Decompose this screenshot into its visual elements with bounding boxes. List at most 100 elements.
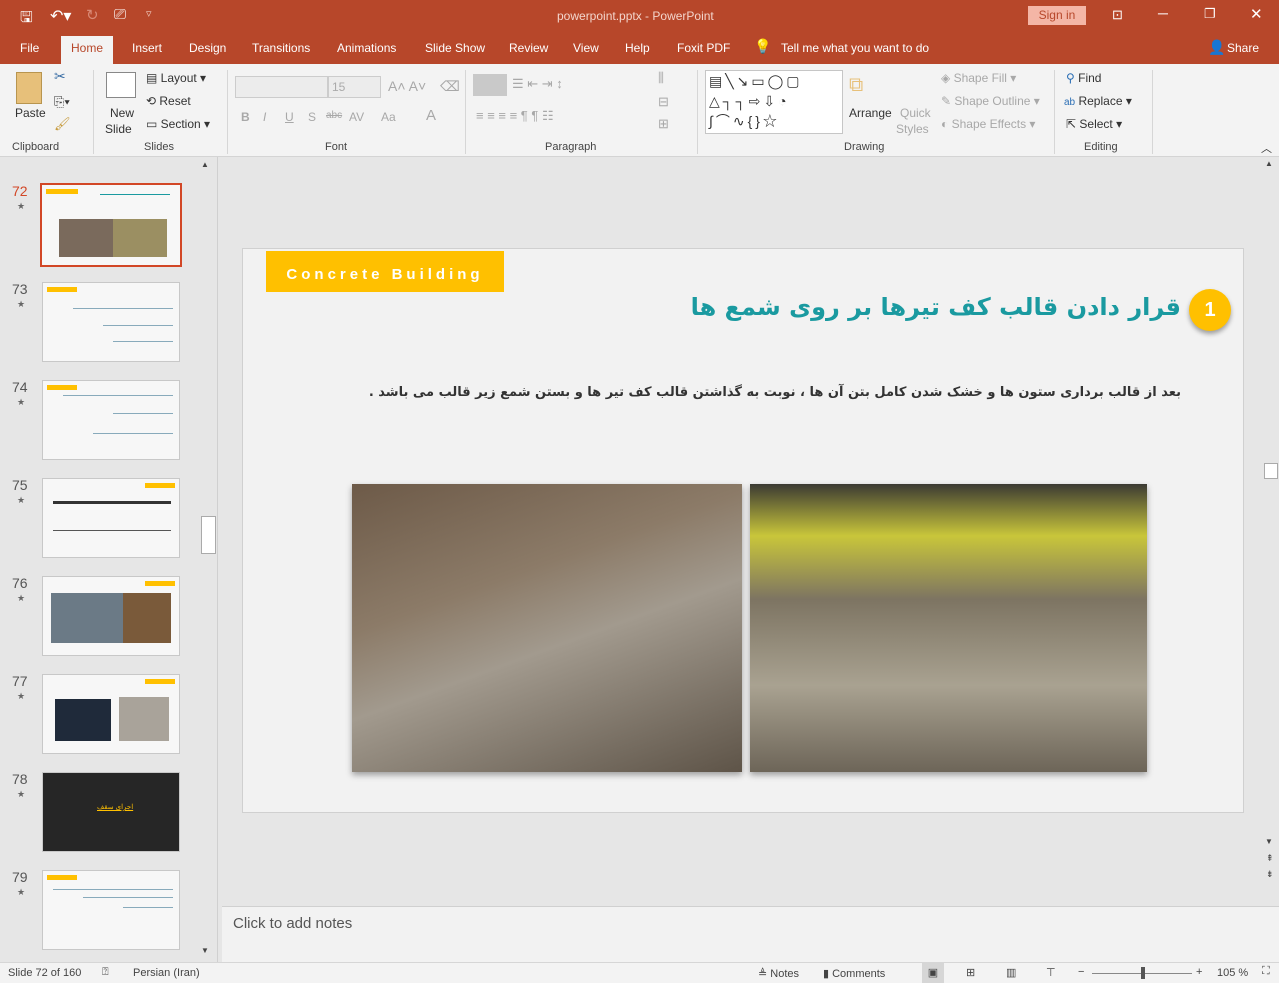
tab-file[interactable]: File — [20, 41, 39, 55]
cut-icon[interactable]: ✂ — [54, 68, 66, 85]
slide-canvas[interactable]: Concrete Building 1 قرار دادن قالب کف تی… — [242, 248, 1244, 813]
underline-button[interactable]: U — [285, 110, 294, 124]
paragraph-tools-row1[interactable]: ☰ ⇤ ⇥ ↕ — [512, 76, 563, 92]
tab-animations[interactable]: Animations — [337, 41, 396, 55]
new-slide-button[interactable]: New — [110, 106, 134, 120]
smartart-icon[interactable]: ⊞ — [658, 116, 669, 132]
shadow-button[interactable]: S — [308, 110, 316, 124]
undo-icon[interactable]: ↶▾ — [50, 6, 71, 26]
shape-outline-button[interactable]: ✎ Shape Outline ▾ — [941, 94, 1040, 108]
slide-thumbnail-72[interactable] — [40, 183, 182, 267]
scroll-down-icon[interactable]: ▼ — [1265, 837, 1273, 846]
grow-font-icon[interactable]: A˄ A˅ — [388, 78, 426, 94]
customize-qat-icon[interactable]: ▿ — [146, 7, 152, 20]
notes-placeholder[interactable]: Click to add notes — [233, 915, 352, 932]
zoom-in-button[interactable]: + — [1196, 966, 1202, 978]
paste-button[interactable]: Paste — [15, 106, 46, 120]
tab-insert[interactable]: Insert — [132, 41, 162, 55]
zoom-slider-thumb[interactable] — [1141, 967, 1145, 979]
thumbnails-scrollbar[interactable]: ▲ ▼ — [201, 160, 216, 960]
shape-fill-button[interactable]: ◈ Shape Fill ▾ — [941, 71, 1016, 85]
tab-design[interactable]: Design — [189, 41, 226, 55]
share-button[interactable]: Share — [1227, 41, 1259, 55]
previous-slide-icon[interactable]: ⇞ — [1266, 853, 1274, 864]
tab-slide-show[interactable]: Slide Show — [425, 41, 485, 55]
paste-icon[interactable] — [16, 72, 42, 104]
bold-button[interactable]: B — [241, 110, 250, 124]
zoom-out-button[interactable]: − — [1078, 966, 1084, 978]
new-slide-icon[interactable] — [106, 72, 136, 98]
reset-button[interactable]: ⟲ Reset — [146, 94, 191, 108]
scroll-up-icon[interactable]: ▲ — [1265, 159, 1273, 168]
slide-thumbnail-77[interactable] — [42, 674, 180, 754]
reading-view-button[interactable]: ▥ — [1006, 966, 1016, 979]
zoom-level[interactable]: 105 % — [1217, 967, 1248, 979]
format-painter-icon[interactable]: 🖌 — [54, 116, 71, 132]
slide-scrollbar[interactable]: ▲ ▼ ⇞ ⇟ — [1263, 157, 1279, 905]
restore-button[interactable]: ❐ — [1204, 6, 1216, 22]
slide-counter: Slide 72 of 160 — [8, 967, 82, 979]
ribbon-display-icon[interactable]: ⊡ — [1112, 7, 1123, 23]
slide-thumbnail-73[interactable] — [42, 282, 180, 362]
tab-home[interactable]: Home — [61, 36, 114, 64]
fit-to-window-icon[interactable]: ⛶ — [1262, 965, 1270, 978]
scroll-up-icon[interactable]: ▲ — [201, 160, 209, 169]
comments-toggle[interactable]: ▮ Comments — [823, 967, 885, 980]
next-slide-icon[interactable]: ⇟ — [1266, 869, 1274, 880]
spell-check-icon[interactable]: ⍰ — [102, 966, 109, 979]
collapse-ribbon-icon[interactable]: ︿ — [1261, 140, 1272, 156]
arrange-icon[interactable]: ⧉ — [849, 74, 863, 97]
strikethrough-button[interactable]: abc — [326, 110, 342, 121]
slide-sorter-button[interactable]: ⊞ — [966, 966, 975, 979]
tab-foxit-pdf[interactable]: Foxit PDF — [677, 41, 730, 55]
replace-button[interactable]: ab Replace ▾ — [1064, 94, 1132, 108]
arrange-button[interactable]: Arrange — [849, 106, 892, 120]
section-button[interactable]: ▭ Section ▾ — [146, 117, 210, 131]
italic-button[interactable]: I — [263, 110, 266, 124]
minimize-button[interactable]: ─ — [1158, 5, 1168, 21]
align-text-icon[interactable]: ⊟ — [658, 94, 669, 110]
text-direction-icon[interactable]: ⫼ — [658, 70, 664, 86]
redo-icon[interactable]: ↻ — [86, 6, 99, 24]
font-color-icon[interactable]: A — [426, 107, 436, 124]
tab-review[interactable]: Review — [509, 41, 548, 55]
quick-styles-button[interactable]: Quick — [900, 106, 931, 120]
new-slide-label[interactable]: Slide — [105, 122, 132, 136]
tell-me-search[interactable]: Tell me what you want to do — [781, 41, 929, 55]
find-button[interactable]: ⚲ Find — [1066, 71, 1101, 85]
present-icon[interactable]: ⎚ — [114, 6, 126, 23]
font-size-dropdown[interactable]: 15 — [328, 76, 381, 98]
tab-transitions[interactable]: Transitions — [252, 41, 310, 55]
notes-pane[interactable]: Click to add notes — [222, 906, 1279, 962]
clear-format-icon[interactable]: ⌫ — [440, 78, 460, 95]
notes-toggle[interactable]: ≜ Notes — [758, 967, 799, 980]
scroll-down-icon[interactable]: ▼ — [201, 946, 209, 955]
scroll-thumb[interactable] — [1264, 463, 1278, 479]
alignment-buttons[interactable]: ≡ ≡ ≡ ≡ ¶ ¶ ☷ — [476, 108, 554, 124]
tab-help[interactable]: Help — [625, 41, 650, 55]
layout-button[interactable]: ▤ Layout ▾ — [146, 71, 206, 85]
quick-styles-label[interactable]: Styles — [896, 122, 929, 136]
normal-view-button[interactable]: ▣ — [922, 963, 944, 983]
char-spacing-button[interactable]: AV — [349, 110, 364, 124]
share-icon[interactable]: 👤 — [1208, 39, 1225, 56]
slide-thumbnail-75[interactable] — [42, 478, 180, 558]
slide-thumbnail-78[interactable]: اجرای سقف — [42, 772, 180, 852]
font-name-dropdown[interactable] — [235, 76, 328, 98]
change-case-button[interactable]: Aa — [381, 110, 396, 124]
slide-thumbnail-79[interactable] — [42, 870, 180, 950]
slideshow-button[interactable]: ⊤ — [1046, 966, 1056, 979]
slide-thumbnail-76[interactable] — [42, 576, 180, 656]
slide-thumbnail-74[interactable] — [42, 380, 180, 460]
copy-icon[interactable]: ⎘▾ — [54, 94, 70, 110]
language-indicator[interactable]: Persian (Iran) — [133, 967, 200, 979]
bullets-button[interactable] — [473, 74, 507, 96]
select-button[interactable]: ⇱ Select ▾ — [1066, 117, 1122, 131]
scroll-thumb[interactable] — [201, 516, 216, 554]
sign-in-button[interactable]: Sign in — [1028, 6, 1086, 25]
shapes-gallery[interactable]: ▤╲↘▭◯▢ △┐┐⇨⇩◔ ∫⌒∿{}☆ — [705, 70, 843, 134]
save-icon[interactable]: 🖫 — [20, 7, 33, 32]
close-button[interactable]: ✕ — [1250, 5, 1263, 23]
shape-effects-button[interactable]: ◐ Shape Effects ▾ — [941, 117, 1035, 131]
tab-view[interactable]: View — [573, 41, 599, 55]
